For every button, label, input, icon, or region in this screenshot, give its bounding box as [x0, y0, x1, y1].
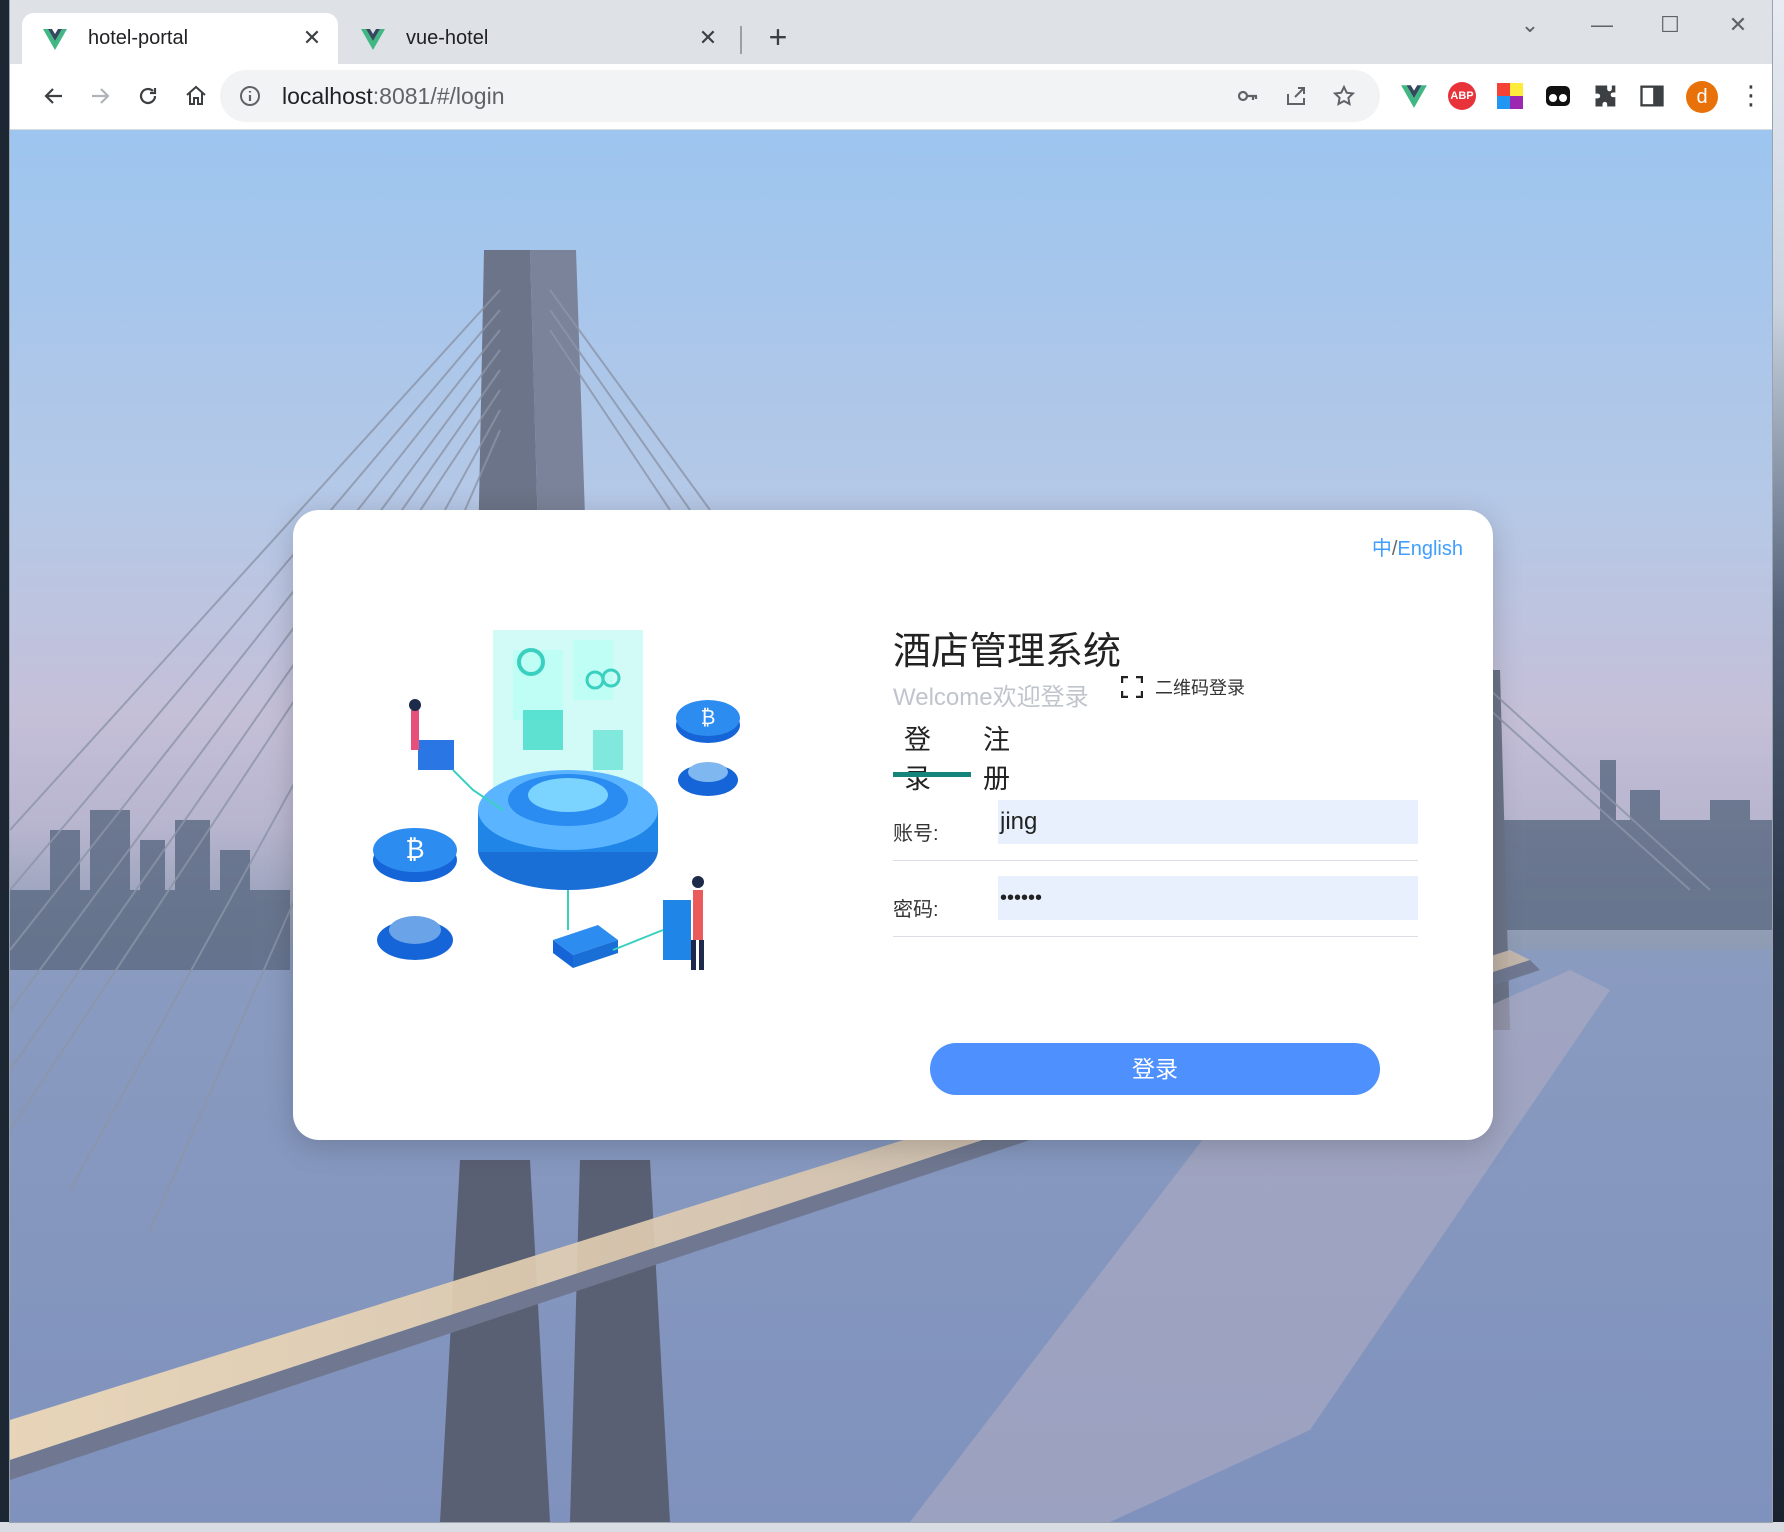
system-title: 酒店管理系统: [893, 629, 1122, 673]
tab-title: hotel-portal: [88, 27, 189, 49]
arrow-left-icon: [44, 88, 62, 104]
account-row: 账号: jing: [893, 800, 1418, 861]
share-icon[interactable]: [1283, 83, 1309, 109]
password-label: 密码:: [893, 899, 939, 921]
account-input[interactable]: jing: [998, 800, 1418, 844]
tab-separator: [740, 26, 742, 54]
home-button[interactable]: [178, 78, 214, 114]
tab-vue-hotel[interactable]: vue-hotel ✕: [340, 13, 734, 64]
lang-zh-link[interactable]: 中: [1372, 538, 1392, 560]
menu-kebab-icon[interactable]: ⋮: [1738, 79, 1764, 113]
address-bar[interactable]: localhost:8081/#/login: [220, 70, 1380, 122]
login-card: 中/English ₿ ₿ 酒店管理系统 Welcome欢迎登录 二维码登录 登…: [293, 510, 1493, 1140]
adblock-icon[interactable]: ABP: [1448, 82, 1476, 110]
lang-en-link[interactable]: English: [1397, 538, 1463, 560]
isometric-illustration: ₿ ₿: [373, 630, 740, 970]
password-input[interactable]: ••••••: [998, 876, 1418, 920]
password-key-icon[interactable]: [1235, 83, 1261, 109]
forward-button[interactable]: [82, 78, 118, 114]
home-icon: [186, 85, 206, 105]
vue-logo-icon: [43, 28, 67, 50]
bookmark-star-icon[interactable]: [1331, 83, 1357, 109]
reload-icon: [139, 87, 157, 105]
bitcoin-coin-top-right: ₿: [676, 700, 740, 796]
back-button[interactable]: [36, 78, 72, 114]
taskbar-edge: [0, 1522, 1784, 1532]
side-panel-icon[interactable]: [1638, 82, 1666, 110]
tab-strip: hotel-portal ✕ vue-hotel ✕ + ⌄ — ☐ ✕: [10, 0, 1772, 64]
welcome-text: Welcome欢迎登录: [893, 684, 1089, 711]
reload-button[interactable]: [130, 78, 166, 114]
qr-login-label: 二维码登录: [1155, 678, 1245, 698]
svg-text:₿: ₿: [405, 835, 424, 865]
person-at-screen-illustration: [409, 699, 454, 770]
language-switch: 中/English: [1372, 532, 1463, 561]
person-at-terminal-illustration: [663, 876, 704, 970]
bitcoin-coin-left: ₿: [373, 828, 457, 960]
browser-window: hotel-portal ✕ vue-hotel ✕ + ⌄ — ☐ ✕ loc…: [10, 0, 1772, 1522]
arrow-right-icon: [92, 88, 110, 104]
close-tab-icon[interactable]: ✕: [696, 26, 720, 50]
profile-avatar[interactable]: d: [1686, 81, 1718, 113]
vue-logo-icon: [361, 28, 385, 50]
tab-register[interactable]: 注册: [983, 718, 1010, 796]
minimize-button[interactable]: —: [1582, 10, 1622, 40]
active-tab-underline: [893, 772, 971, 777]
url-text: localhost:8081/#/login: [282, 83, 505, 110]
vue-devtools-icon[interactable]: [1400, 82, 1428, 110]
data-tower-illustration: [478, 630, 658, 890]
scan-frame-icon: [1121, 676, 1143, 698]
browser-toolbar: localhost:8081/#/login ABP d ⋮: [10, 64, 1772, 130]
maximize-button[interactable]: ☐: [1650, 10, 1690, 40]
close-window-button[interactable]: ✕: [1718, 10, 1758, 40]
svg-text:₿: ₿: [701, 705, 716, 729]
new-tab-button[interactable]: +: [762, 21, 794, 54]
tab-title: vue-hotel: [406, 27, 489, 49]
close-tab-icon[interactable]: ✕: [300, 26, 324, 50]
login-page: 中/English ₿ ₿ 酒店管理系统 Welcome欢迎登录 二维码登录 登…: [10, 130, 1772, 1522]
router-box-illustration: [553, 925, 618, 968]
account-label: 账号:: [893, 823, 939, 845]
qr-login-link[interactable]: 二维码登录: [1121, 674, 1245, 700]
url-path: :8081/#/login: [372, 83, 505, 109]
password-row: 密码: ••••••: [893, 876, 1418, 937]
tab-login[interactable]: 登录: [904, 718, 931, 796]
incognito-extension-icon[interactable]: [1544, 82, 1572, 110]
color-picker-icon[interactable]: [1496, 82, 1524, 110]
site-info-icon[interactable]: [238, 84, 262, 108]
login-button[interactable]: 登录: [930, 1043, 1380, 1095]
tab-search-chevron-icon[interactable]: ⌄: [1510, 10, 1550, 40]
tab-hotel-portal[interactable]: hotel-portal ✕: [22, 13, 338, 64]
extensions-puzzle-icon[interactable]: [1592, 82, 1620, 110]
url-host: localhost: [282, 83, 373, 109]
desktop-background: [1772, 0, 1784, 1532]
